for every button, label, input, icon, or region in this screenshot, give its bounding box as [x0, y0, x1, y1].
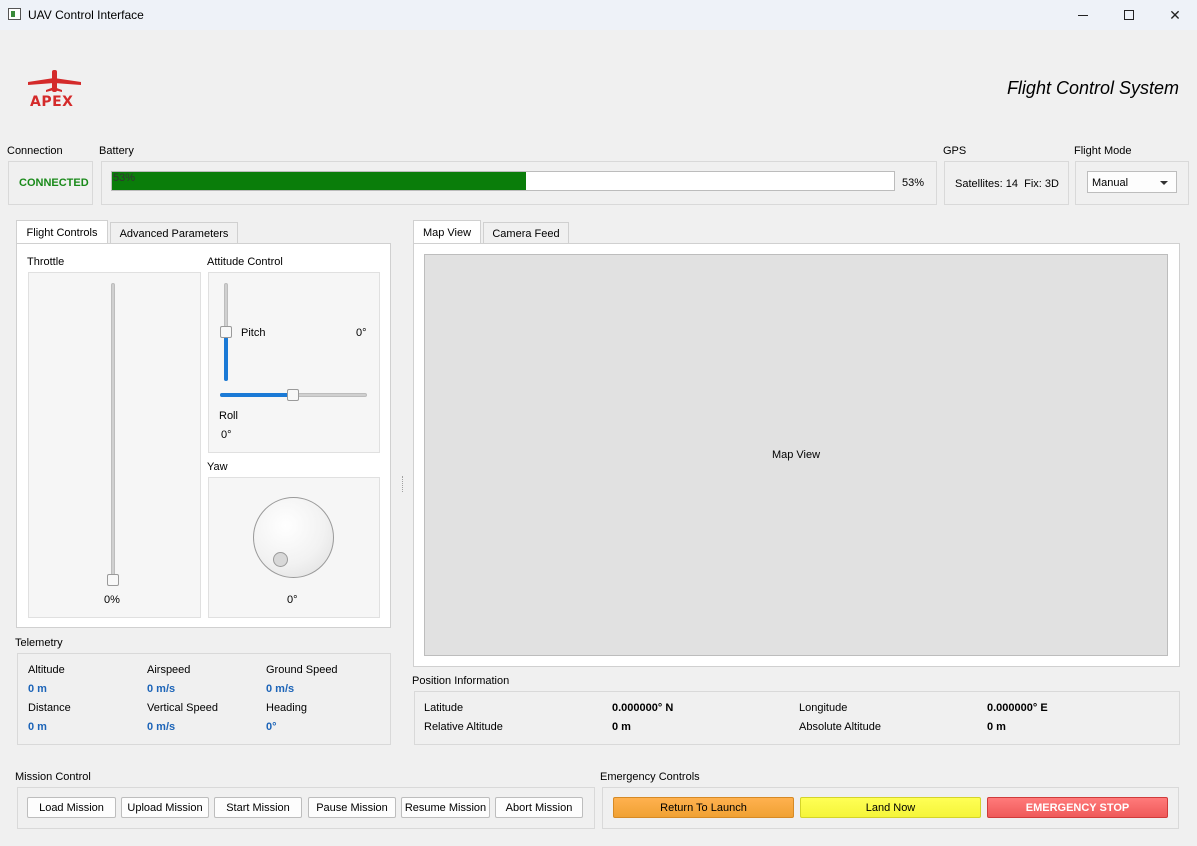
roll-label: Roll	[219, 410, 238, 422]
throttle-label: Throttle	[27, 256, 65, 268]
gps-label: GPS	[943, 145, 967, 157]
connection-box: CONNECTED	[8, 161, 93, 205]
emergency-title: Emergency Controls	[600, 771, 700, 783]
battery-fill	[112, 172, 527, 190]
title-bar: UAV Control Interface ✕	[0, 0, 1197, 30]
ground-speed-label: Ground Speed	[266, 664, 338, 676]
mission-title: Mission Control	[15, 771, 91, 783]
gps-box: Satellites: 14 Fix: 3D	[944, 161, 1069, 205]
splitter-handle[interactable]	[402, 476, 404, 492]
land-now-button[interactable]: Land Now	[800, 797, 981, 818]
upload-mission-button[interactable]: Upload Mission	[121, 797, 209, 818]
flight-mode-label: Flight Mode	[1074, 145, 1132, 157]
maximize-icon	[1124, 10, 1134, 20]
flight-mode-value: Manual	[1092, 177, 1129, 189]
window-title: UAV Control Interface	[28, 8, 144, 22]
throttle-value: 0%	[104, 594, 120, 606]
throttle-slider-track	[111, 283, 115, 585]
connection-status: CONNECTED	[19, 177, 89, 189]
emergency-stop-button[interactable]: EMERGENCY STOP	[987, 797, 1168, 818]
resume-mission-button[interactable]: Resume Mission	[401, 797, 490, 818]
absolute-altitude-value: 0 m	[987, 721, 1006, 733]
connection-label: Connection	[7, 145, 63, 157]
start-mission-button[interactable]: Start Mission	[214, 797, 302, 818]
telemetry-title: Telemetry	[15, 637, 63, 649]
yaw-dial[interactable]	[253, 497, 334, 578]
map-view[interactable]: Map View	[424, 254, 1168, 656]
distance-label: Distance	[28, 702, 71, 714]
heading-value: 0°	[266, 721, 277, 733]
minimize-icon	[1078, 14, 1088, 16]
altitude-value: 0 m	[28, 683, 47, 695]
roll-slider-handle[interactable]	[287, 389, 299, 401]
roll-value: 0°	[221, 429, 232, 441]
ground-speed-value: 0 m/s	[266, 683, 295, 695]
latitude-value: 0.000000° N	[612, 702, 674, 714]
vertical-speed-value: 0 m/s	[147, 721, 176, 733]
map-placeholder-text: Map View	[771, 449, 821, 461]
gps-status: Satellites: 14 Fix: 3D	[955, 178, 1059, 190]
yaw-dial-indicator	[273, 552, 288, 567]
attitude-label: Attitude Control	[207, 256, 283, 268]
pitch-value: 0°	[356, 327, 367, 339]
latitude-label: Latitude	[424, 702, 464, 714]
airspeed-value: 0 m/s	[147, 683, 176, 695]
airspeed-label: Airspeed	[147, 664, 191, 676]
app-icon	[8, 8, 21, 20]
vertical-speed-label: Vertical Speed	[147, 702, 218, 714]
logo-text: APEX	[30, 94, 74, 110]
yaw-value: 0°	[287, 594, 298, 606]
tab-advanced-parameters[interactable]: Advanced Parameters	[110, 222, 238, 244]
battery-label: Battery	[99, 145, 134, 157]
load-mission-button[interactable]: Load Mission	[27, 797, 116, 818]
heading-label: Heading	[266, 702, 307, 714]
throttle-slider-handle[interactable]	[107, 574, 119, 586]
chevron-down-icon	[1160, 181, 1168, 185]
close-icon: ✕	[1169, 6, 1181, 23]
position-title: Position Information	[412, 675, 510, 687]
relative-altitude-value: 0 m	[612, 721, 631, 733]
maximize-button[interactable]	[1106, 0, 1152, 30]
flight-mode-select[interactable]: Manual	[1087, 171, 1177, 193]
yaw-label: Yaw	[207, 461, 228, 473]
battery-inner-text: 53%	[113, 172, 136, 184]
roll-slider-fill	[220, 393, 293, 397]
battery-percent: 53%	[902, 177, 925, 189]
pitch-slider-handle[interactable]	[220, 326, 232, 338]
tab-map-view[interactable]: Map View	[413, 220, 481, 244]
distance-value: 0 m	[28, 721, 47, 733]
relative-altitude-label: Relative Altitude	[424, 721, 503, 733]
return-to-launch-button[interactable]: Return To Launch	[613, 797, 794, 818]
close-button[interactable]: ✕	[1152, 0, 1197, 30]
position-box	[414, 691, 1180, 745]
longitude-value: 0.000000° E	[987, 702, 1048, 714]
pitch-slider-fill	[224, 332, 228, 381]
minimize-button[interactable]	[1060, 0, 1106, 30]
tab-camera-feed[interactable]: Camera Feed	[483, 222, 569, 244]
pause-mission-button[interactable]: Pause Mission	[308, 797, 396, 818]
tab-flight-controls[interactable]: Flight Controls	[16, 220, 108, 244]
attitude-box	[208, 272, 380, 453]
absolute-altitude-label: Absolute Altitude	[799, 721, 881, 733]
pitch-label: Pitch	[241, 327, 266, 339]
longitude-label: Longitude	[799, 702, 848, 714]
altitude-label: Altitude	[28, 664, 65, 676]
abort-mission-button[interactable]: Abort Mission	[495, 797, 583, 818]
system-title: Flight Control System	[1006, 78, 1179, 98]
battery-progress-bar: 53%	[111, 171, 895, 191]
